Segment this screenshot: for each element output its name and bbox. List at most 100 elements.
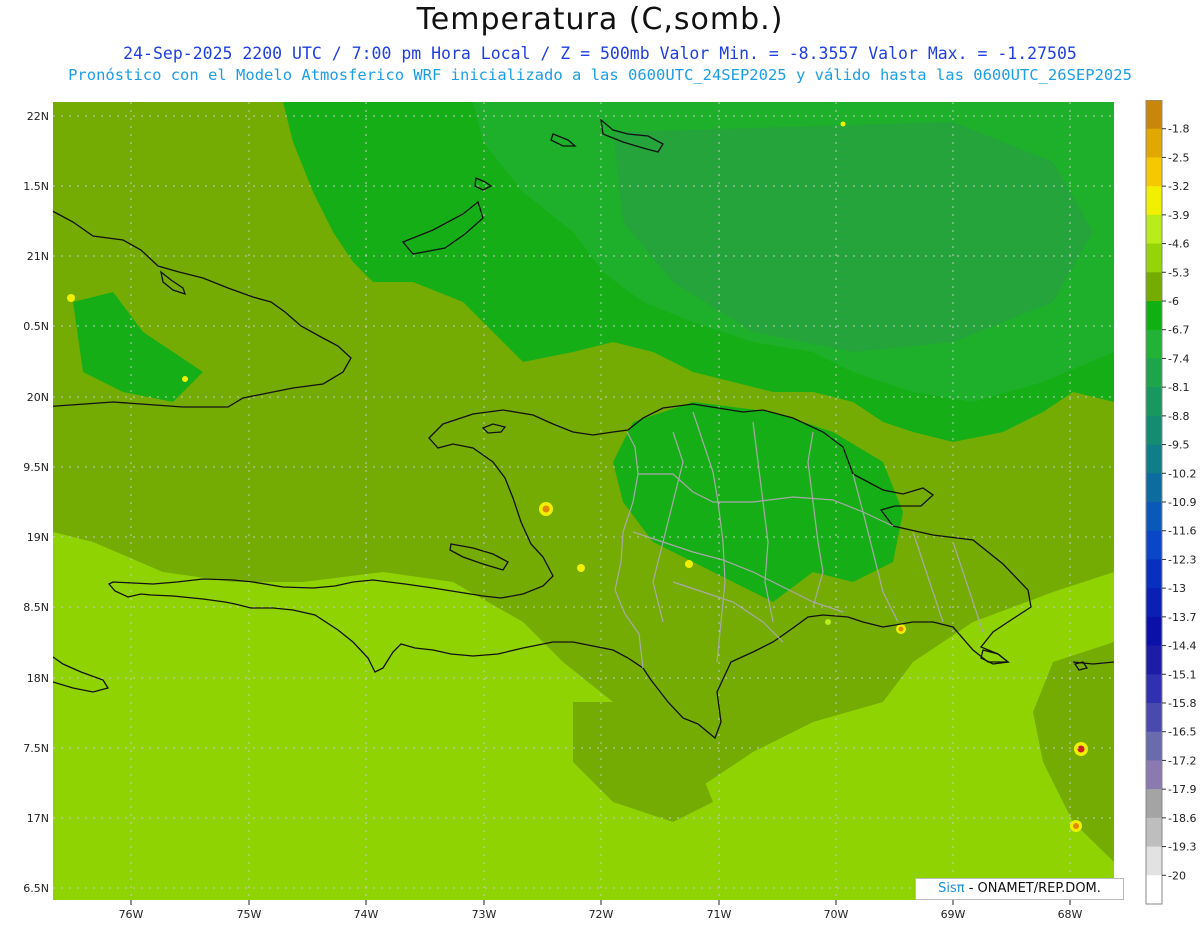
lon-label: 68W [1058,908,1083,921]
colorbar-label: -13.7 [1168,611,1196,624]
lon-label: 74W [354,908,379,921]
colorbar-label: -5.3 [1168,266,1189,279]
colorbar-swatch [1146,674,1162,704]
lat-label: 7.5N [23,742,49,755]
hotspot-6-core [1073,823,1079,829]
colorbar-swatch [1146,128,1162,158]
lon-label: 73W [472,908,497,921]
colorbar-label: -4.6 [1168,238,1189,251]
lat-label: 6.5N [23,882,49,895]
colorbar-swatch [1146,301,1162,331]
model-info-line: Pronóstico con el Modelo Atmosferico WRF… [68,66,1132,84]
lat-label: 1.5N [23,180,49,193]
hotspot-7 [67,294,75,302]
colorbar-swatch [1146,789,1162,819]
colorbar-swatch [1146,214,1162,245]
lon-axis: 76W 75W 74W 73W 72W 71W 70W 69W 68W [119,900,1083,921]
lon-label: 76W [119,908,144,921]
colorbar-label: -12.3 [1168,553,1196,566]
credit-text: - ONAMET/REP.DOM. [968,881,1101,896]
colorbar-label: -10.9 [1168,496,1196,509]
colorbar-label: -8.1 [1168,381,1189,394]
colorbar-label: -7.4 [1168,352,1189,365]
lon-label: 71W [707,908,732,921]
lat-label: 20N [27,391,49,404]
colorbar-swatch [1146,645,1162,675]
lat-label: 17N [27,812,49,825]
colorbar-swatch [1146,588,1162,618]
colorbar-swatch [1146,157,1162,187]
lon-label: 70W [824,908,849,921]
colorbar-label: -20 [1168,869,1186,882]
colorbar-swatch [1146,329,1162,359]
lon-label: 72W [589,908,614,921]
colorbar-swatch [1146,100,1162,130]
temperature-shading [53,102,1114,900]
colorbar-swatch [1146,760,1162,790]
colorbar-swatch [1146,846,1162,876]
hotspot-5-core [1077,745,1085,753]
colorbar-label: -16.5 [1168,726,1196,739]
colorbar-label: -3.2 [1168,180,1189,193]
colorbar-label: -9.5 [1168,439,1189,452]
colorbar-label: -13 [1168,582,1186,595]
colorbar-swatch [1146,243,1162,273]
colorbar-swatch [1146,817,1162,848]
colorbar-label: -14.4 [1168,640,1196,653]
lon-label: 75W [237,908,262,921]
hotspot-10 [840,121,846,127]
colorbar-swatch [1146,473,1162,503]
colorbar-label: -6 [1168,295,1179,308]
colorbar: -1.8 -2.5 -3.2 -3.9 -4.6 -5.3 -6 -6.7 -7.4 -8.1 -8… [1145,100,1196,905]
lat-label: 0.5N [23,320,49,333]
lat-axis: 22N 1.5N 21N 0.5N 20N 9.5N 19N 8.5N 18N … [23,110,49,895]
colorbar-swatch [1146,703,1162,733]
colorbar-swatch [1146,530,1162,560]
colorbar-swatch [1146,731,1162,761]
colorbar-label: -10.2 [1168,467,1196,480]
colorbar-swatch [1146,358,1162,388]
colorbar-swatch [1146,272,1162,302]
hotspot-9 [825,619,831,625]
sispi-logo-text: Sisπ [938,881,965,896]
credit-box: Sisπ - ONAMET/REP.DOM. [915,878,1124,900]
lat-label: 9.5N [23,461,49,474]
colorbar-label: -15.1 [1168,668,1196,681]
colorbar-swatch [1146,186,1162,216]
lat-label: 8.5N [23,601,49,614]
colorbar-ticks [1162,128,1166,876]
colorbar-label: -18.6 [1168,812,1196,825]
lat-label: 21N [27,250,49,263]
colorbar-label: -3.9 [1168,209,1189,222]
colorbar-swatches [1145,100,1163,905]
colorbar-swatch [1146,616,1162,647]
colorbar-label: -6.7 [1168,324,1189,337]
hotspot-4-core [898,626,904,632]
colorbar-label: -8.8 [1168,410,1189,423]
temperature-map [53,102,1114,900]
colorbar-label: -15.8 [1168,697,1196,710]
lat-label: 18N [27,672,49,685]
colorbar-label: -19.3 [1168,841,1196,854]
colorbar-labels: -1.8 -2.5 -3.2 -3.9 -4.6 -5.3 -6 -6.7 -7.4 -8.1 -8… [1168,123,1196,883]
colorbar-swatch [1146,387,1162,417]
colorbar-label: -11.6 [1168,525,1196,538]
hotspot-3 [685,560,693,568]
colorbar-swatch [1146,875,1162,905]
colorbar-label: -17.9 [1168,783,1196,796]
colorbar-swatch [1146,415,1162,446]
colorbar-label: -17.2 [1168,754,1196,767]
colorbar-swatch [1146,502,1162,532]
lon-label: 69W [941,908,966,921]
map-title: Temperatura (C,somb.) [416,2,784,37]
lat-label: 22N [27,110,49,123]
forecast-info-line: 24-Sep-2025 2200 UTC / 7:00 pm Hora Loca… [123,44,1077,63]
hotspot-1-core [542,505,550,513]
colorbar-label: -2.5 [1168,151,1189,164]
colorbar-swatch [1146,444,1162,474]
colorbar-label: -1.8 [1168,123,1189,136]
lat-label: 19N [27,531,49,544]
hotspot-8 [182,376,188,382]
colorbar-swatch [1146,559,1162,589]
hotspot-2 [577,564,585,572]
